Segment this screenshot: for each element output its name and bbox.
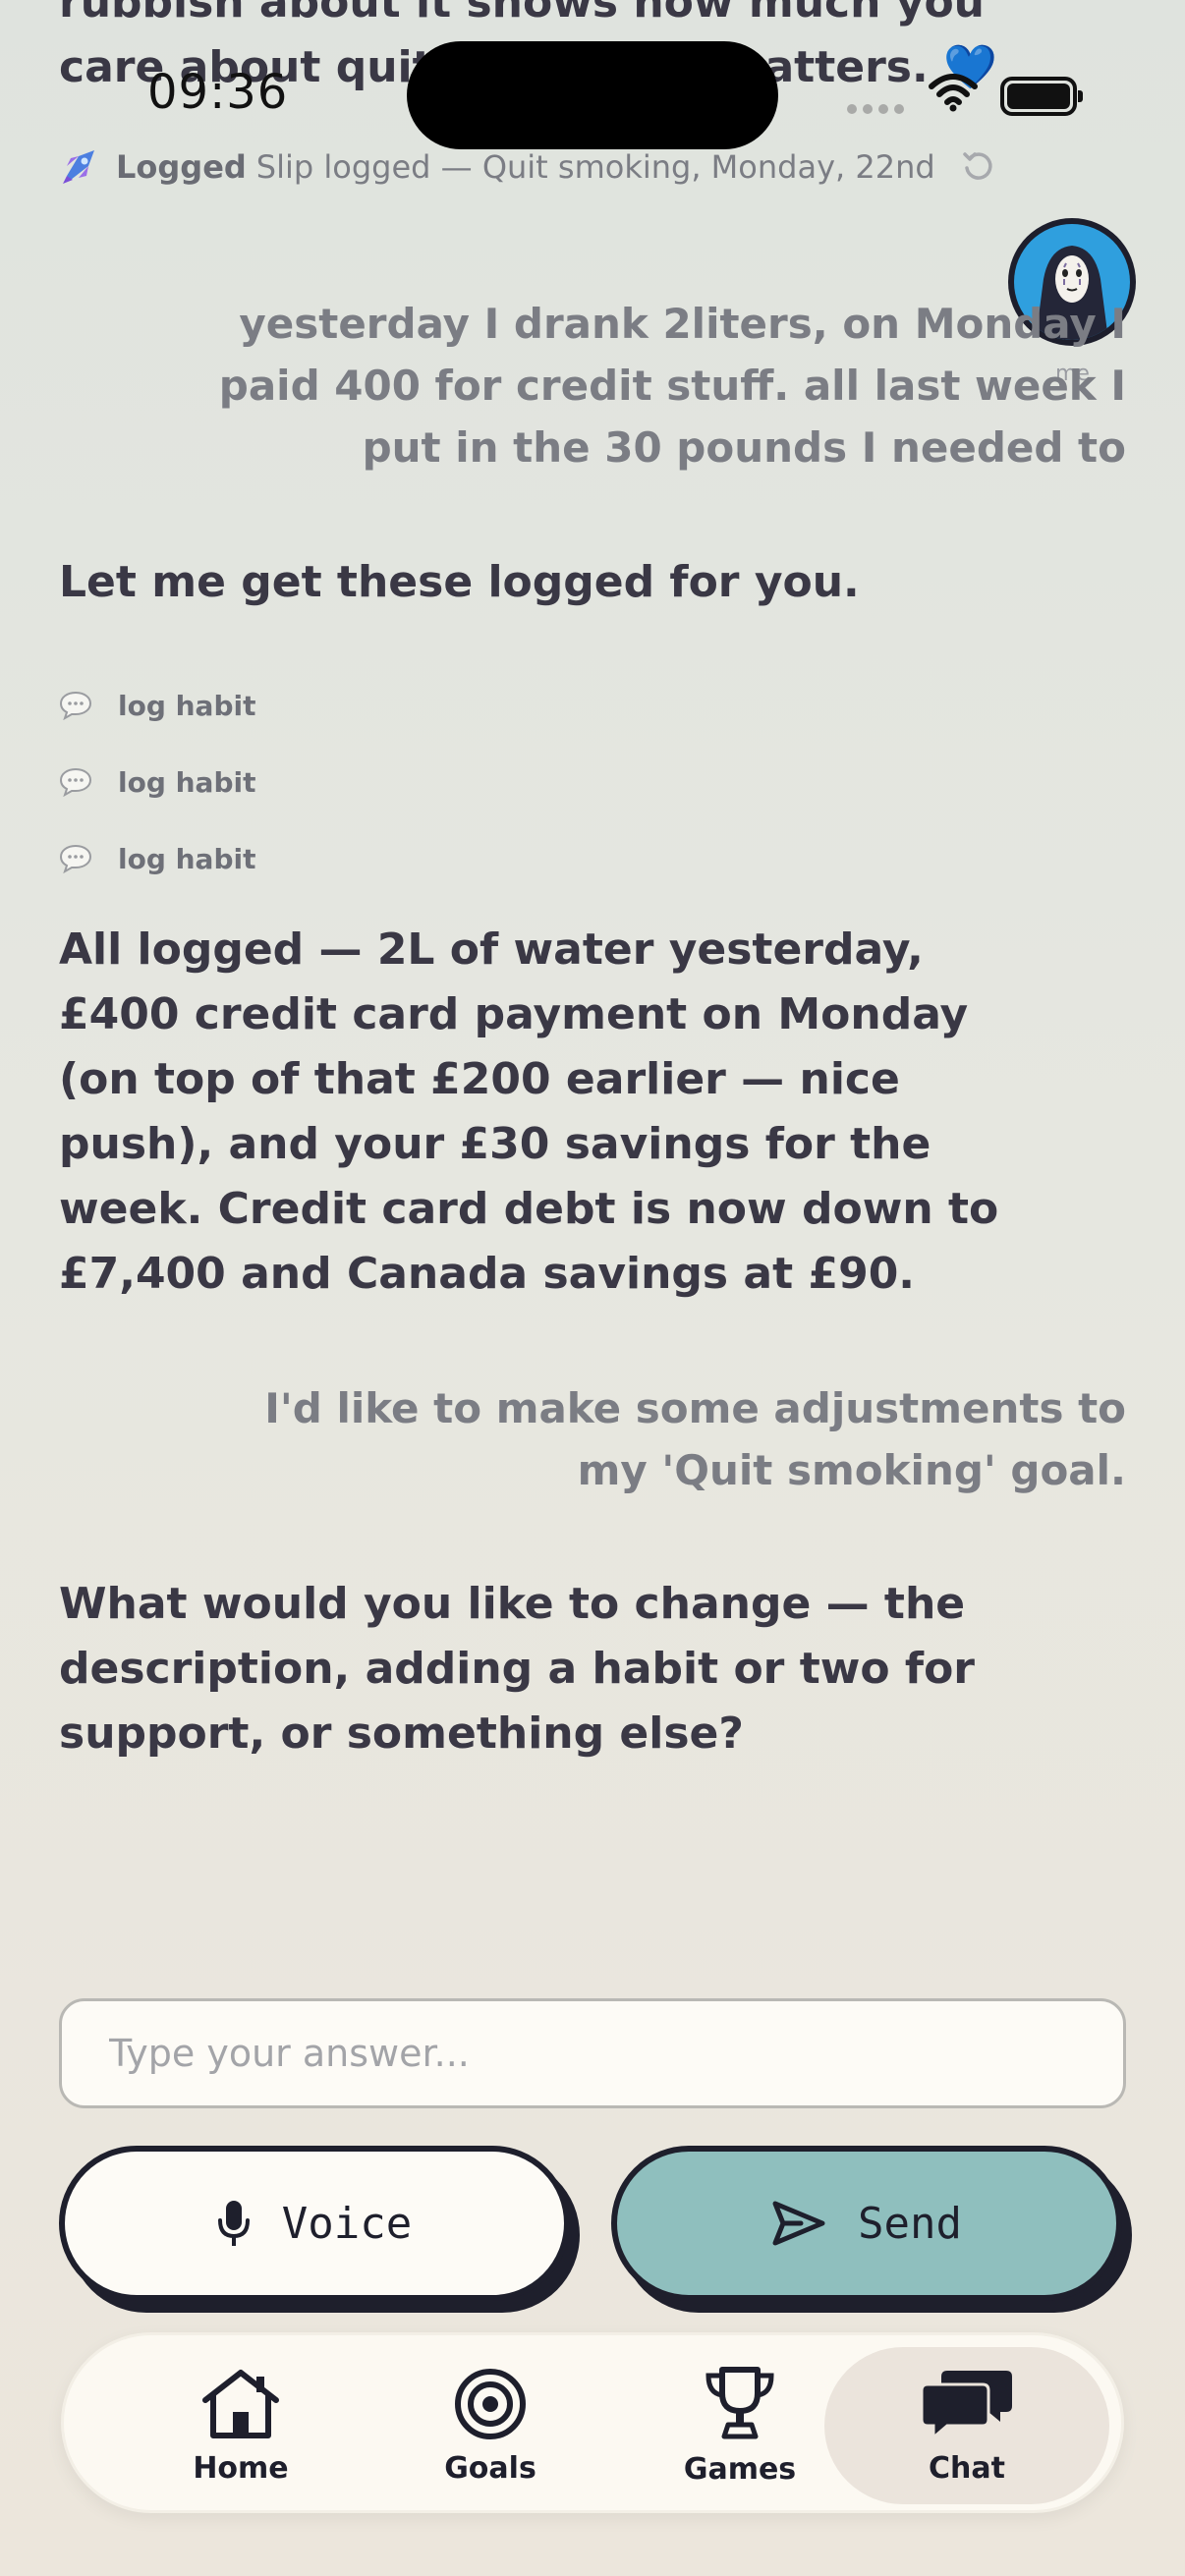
target-icon — [455, 2368, 526, 2439]
chat-icon — [920, 2370, 1012, 2440]
assistant-message: What would you like to change — the desc… — [59, 1579, 975, 1759]
status-bar: 09:36 — [0, 0, 1185, 149]
assistant-message: Let me get these logged for you. — [59, 557, 860, 607]
wifi-icon — [929, 74, 978, 112]
status-time: 09:36 — [147, 65, 289, 120]
bottom-tab-bar: Home Goals Games Chat — [61, 2332, 1124, 2513]
tool-call-row: log habit — [59, 762, 255, 802]
tab-label: Home — [193, 2450, 289, 2486]
logged-banner: Logged Slip logged — Quit smoking, Monda… — [59, 147, 994, 187]
microphone-icon — [217, 2201, 250, 2246]
tool-call-label: log habit — [118, 765, 256, 799]
speech-bubble-icon — [59, 691, 92, 720]
tab-home[interactable]: Home — [142, 2347, 339, 2504]
dynamic-island — [407, 41, 778, 149]
tab-games[interactable]: Games — [642, 2347, 838, 2504]
assistant-message: All logged — 2L of water yesterday, £400… — [59, 924, 999, 1299]
logged-label: Logged — [116, 148, 247, 186]
undo-icon[interactable] — [961, 150, 994, 184]
send-button[interactable]: Send — [611, 2146, 1122, 2301]
tool-call-row: log habit — [59, 839, 255, 878]
send-label: Send — [858, 2198, 962, 2249]
logged-text: Slip logged — Quit smoking, Monday, 22nd — [255, 148, 935, 186]
tab-goals[interactable]: Goals — [392, 2347, 589, 2504]
signal-icon — [847, 104, 910, 114]
user-message: yesterday I drank 2liters, on Monday I p… — [218, 300, 1126, 472]
user-message: I'd like to make some adjustments to my … — [264, 1384, 1126, 1494]
rocket-icon — [63, 150, 94, 184]
voice-button[interactable]: Voice — [59, 2146, 570, 2301]
battery-icon — [1000, 77, 1083, 116]
speech-bubble-icon — [59, 844, 92, 873]
tab-label: Chat — [929, 2450, 1005, 2486]
tab-label: Games — [683, 2451, 797, 2487]
speech-bubble-icon — [59, 767, 92, 797]
send-icon — [772, 2201, 825, 2246]
tab-label: Goals — [444, 2450, 536, 2486]
home-icon — [202, 2369, 279, 2438]
tab-chat[interactable]: Chat — [824, 2347, 1109, 2504]
answer-input[interactable] — [59, 1998, 1126, 2108]
trophy-icon — [705, 2366, 774, 2438]
tool-call-label: log habit — [118, 689, 256, 722]
tool-call-label: log habit — [118, 842, 256, 875]
voice-label: Voice — [281, 2198, 413, 2249]
tool-call-row: log habit — [59, 686, 255, 725]
